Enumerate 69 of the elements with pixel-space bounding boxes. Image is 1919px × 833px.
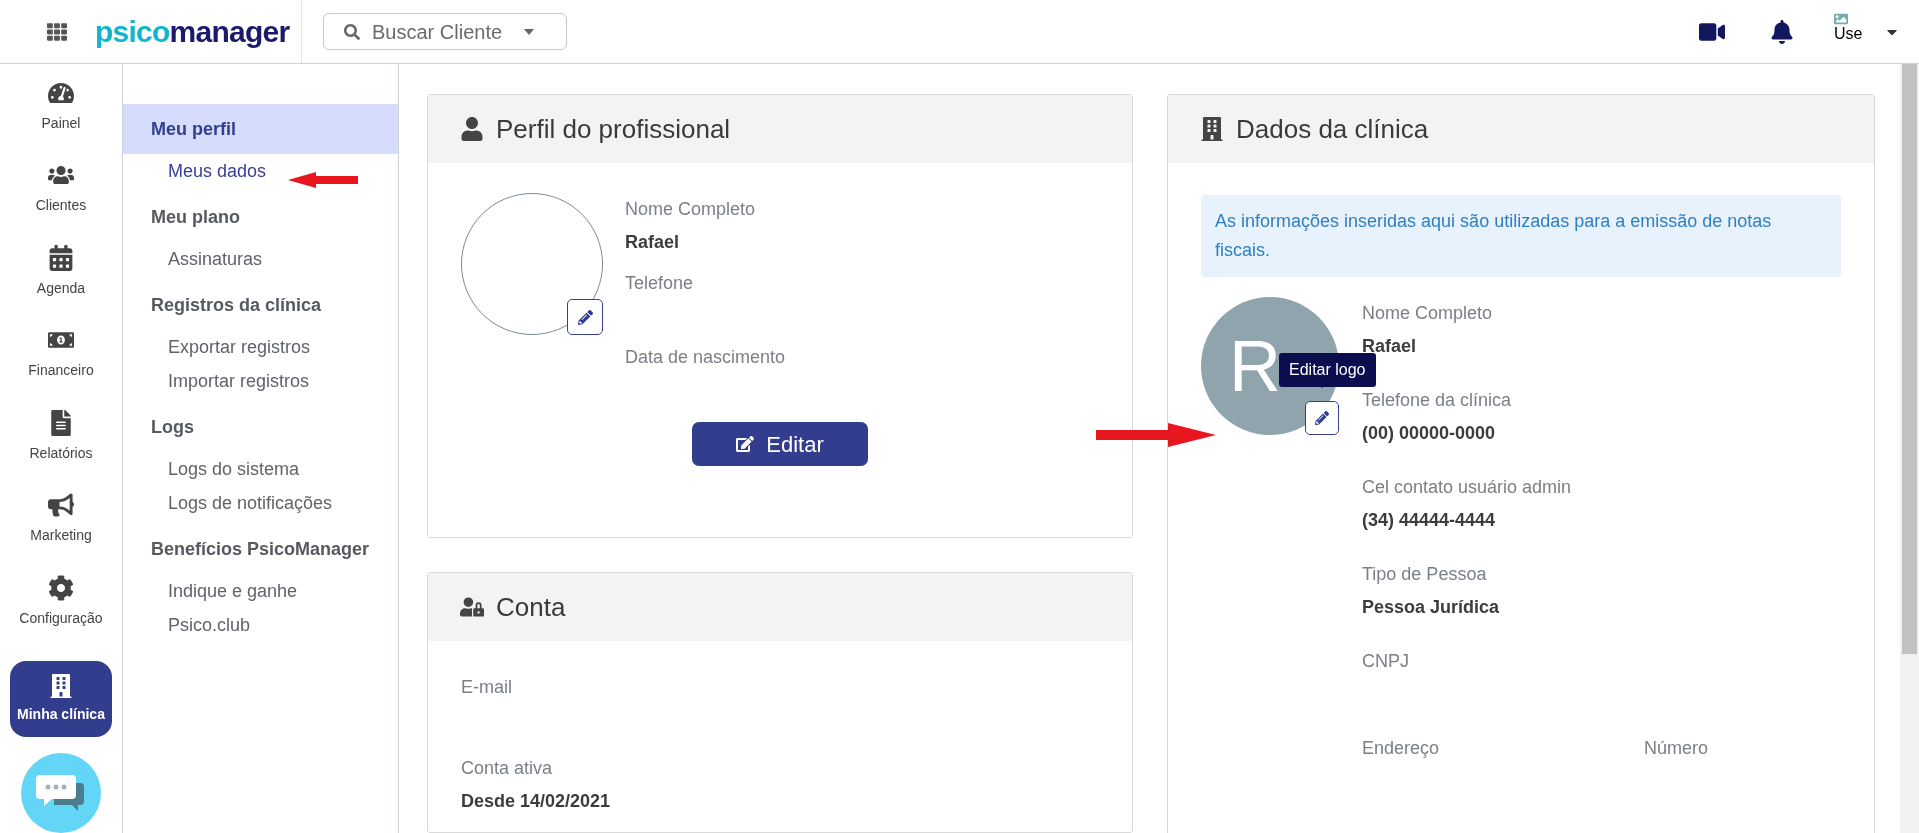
field-value: (34) 44444-4444 bbox=[1362, 509, 1497, 532]
tooltip: Editar logo bbox=[1279, 353, 1376, 387]
field-label: Cel contato usuário admin bbox=[1362, 476, 1573, 499]
field-label: Data de nascimento bbox=[625, 346, 786, 369]
search-bar[interactable]: Buscar Cliente bbox=[323, 13, 567, 50]
card-title: Conta bbox=[496, 590, 566, 624]
menu-heading[interactable]: Meu plano bbox=[123, 192, 398, 242]
nav-item[interactable]: Agenda bbox=[6, 242, 116, 326]
field-label: Conta ativa bbox=[461, 757, 554, 780]
info-notice: As informações inseridas aqui são utilizadas para a emissão de notas fiscais. bbox=[1201, 195, 1841, 277]
pencil-icon bbox=[1315, 411, 1329, 425]
nav-item[interactable]: Financeiro bbox=[6, 325, 116, 408]
card-title: Perfil do profissional bbox=[496, 112, 731, 146]
nav-item[interactable]: Minha clínica bbox=[10, 661, 112, 737]
caret-icon bbox=[524, 28, 534, 35]
field-label: CNPJ bbox=[1362, 650, 1410, 673]
nav-item[interactable]: Configuração bbox=[6, 572, 116, 656]
menu-item[interactable]: Indique e ganhe bbox=[123, 574, 398, 608]
menu-item[interactable]: Assinaturas bbox=[123, 242, 398, 276]
settings-icon bbox=[48, 574, 74, 601]
field-label: Endereço bbox=[1362, 737, 1441, 760]
menu-heading[interactable]: Benefícios PsicoManager bbox=[123, 524, 398, 574]
gauge-icon bbox=[48, 80, 74, 106]
menu-item[interactable]: Logs do sistema bbox=[123, 452, 398, 486]
field-label: Nome Completo bbox=[625, 198, 757, 221]
field-label: Telefone da clínica bbox=[1362, 389, 1513, 412]
menu-heading[interactable]: Logs bbox=[123, 402, 398, 452]
nav-item[interactable]: Clientes bbox=[6, 160, 116, 243]
menu-item[interactable]: Importar registros bbox=[123, 364, 398, 398]
card-title: Dados da clínica bbox=[1236, 112, 1429, 146]
document-icon bbox=[48, 409, 74, 436]
user-lock-icon bbox=[460, 595, 484, 619]
field-value: (00) 00000-0000 bbox=[1362, 422, 1497, 445]
field-value: Rafael bbox=[625, 231, 681, 254]
bell-icon[interactable] bbox=[1770, 19, 1794, 44]
search-input[interactable]: Buscar Cliente bbox=[372, 16, 512, 47]
arrow-icon bbox=[288, 170, 358, 190]
scrollbar-thumb[interactable] bbox=[1902, 64, 1917, 654]
calendar-icon bbox=[48, 244, 74, 271]
arrow-icon bbox=[1096, 422, 1216, 448]
field-label: Nome Completo bbox=[1362, 302, 1494, 325]
nav-item[interactable]: Marketing bbox=[6, 490, 116, 573]
apps-grid-icon[interactable] bbox=[47, 21, 67, 42]
menu-item[interactable]: Psico.club bbox=[123, 608, 398, 642]
building-icon bbox=[1200, 117, 1224, 141]
field-value: Desde 14/02/2021 bbox=[461, 790, 612, 813]
nav-item[interactable]: Relatórios bbox=[6, 407, 116, 491]
building-icon bbox=[49, 673, 73, 698]
edit-photo-button[interactable] bbox=[567, 299, 603, 335]
search-icon bbox=[344, 23, 360, 40]
menu-heading[interactable]: Meu perfil bbox=[123, 104, 398, 154]
pencil-icon bbox=[577, 309, 593, 325]
edit-button[interactable]: Editar bbox=[692, 422, 868, 466]
menu-heading[interactable]: Registros da clínica bbox=[123, 280, 398, 330]
field-value: Pessoa Jurídica bbox=[1362, 596, 1501, 619]
field-label: Número bbox=[1644, 737, 1710, 760]
nav-item[interactable]: Painel bbox=[6, 78, 116, 161]
menu-item[interactable]: Meus dados bbox=[123, 154, 398, 188]
menu-item[interactable]: Logs de notificações bbox=[123, 486, 398, 520]
chat-icon bbox=[36, 773, 86, 813]
user-icon bbox=[460, 117, 484, 141]
field-label: Telefone bbox=[625, 272, 695, 295]
edit-logo-button[interactable] bbox=[1305, 401, 1339, 435]
logo[interactable]: psicomanager bbox=[95, 16, 290, 47]
edit-icon bbox=[736, 435, 755, 453]
field-label: E-mail bbox=[461, 676, 513, 699]
menu-item[interactable]: Exportar registros bbox=[123, 330, 398, 364]
field-label: Tipo de Pessoa bbox=[1362, 563, 1488, 586]
megaphone-icon bbox=[48, 492, 74, 519]
